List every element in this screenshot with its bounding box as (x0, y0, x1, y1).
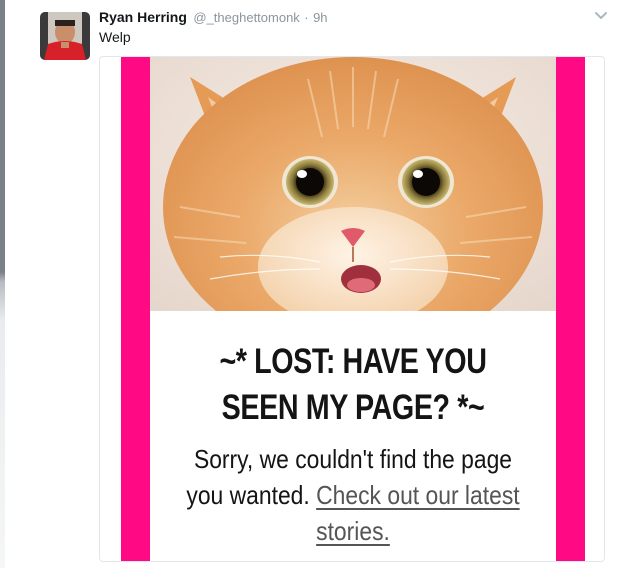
author-name[interactable]: Ryan Herring (99, 9, 187, 25)
author-handle[interactable]: @_theghettomonk (193, 10, 299, 25)
latest-stories-link[interactable]: Check out our latest stories. (316, 480, 520, 546)
avatar[interactable] (40, 12, 90, 60)
left-background-strip (0, 0, 5, 568)
kitten-photo (150, 57, 556, 311)
tweet-header: Ryan Herring @_theghettomonk · 9h (99, 8, 328, 27)
poster-title: ~* LOST: HAVE YOU SEEN MY PAGE? *~ (219, 342, 487, 427)
poster-content: ~* LOST: HAVE YOU SEEN MY PAGE? *~ Sorry… (150, 57, 556, 561)
tweet[interactable]: Ryan Herring @_theghettomonk · 9h Welp ~… (40, 0, 620, 568)
tweet-text: Welp (99, 29, 131, 45)
poster-body: Sorry, we couldn't find the page you wan… (174, 441, 531, 549)
chevron-down-icon[interactable] (594, 9, 608, 21)
media-card[interactable]: ~* LOST: HAVE YOU SEEN MY PAGE? *~ Sorry… (99, 56, 605, 562)
lost-page-poster: ~* LOST: HAVE YOU SEEN MY PAGE? *~ Sorry… (121, 57, 585, 561)
timestamp[interactable]: 9h (313, 10, 327, 25)
separator-dot: · (304, 10, 309, 25)
